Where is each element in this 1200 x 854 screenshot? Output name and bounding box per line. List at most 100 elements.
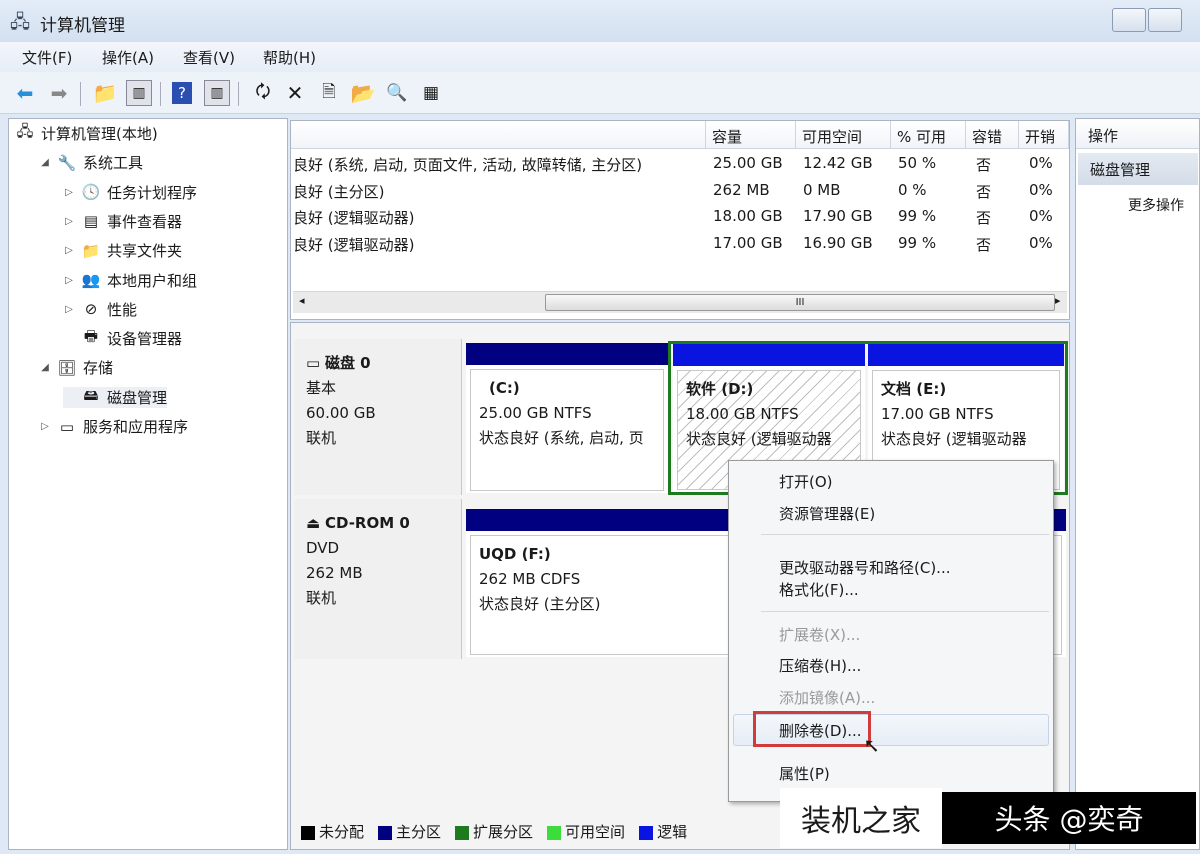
disk-size: 60.00 GB: [306, 401, 449, 426]
actions-section-disk-management[interactable]: 磁盘管理: [1078, 153, 1198, 185]
cell-status: 良好 (系统, 启动, 页面文件, 活动, 故障转储, 主分区): [293, 154, 642, 175]
tree-item-label: 性能: [107, 299, 137, 320]
menu-item[interactable]: 格式化(F)...: [779, 579, 859, 600]
window-title: 计算机管理: [40, 11, 125, 36]
partition-status: 状态良好 (系统, 启动, 页: [479, 426, 655, 451]
menu-file[interactable]: 文件(F): [22, 47, 72, 68]
table-row[interactable]: 良好 (逻辑驱动器)18.00 GB17.90 GB99 %否0%: [291, 204, 1067, 230]
scroll-thumb[interactable]: III: [545, 294, 1055, 311]
column-header-free-space[interactable]: 可用空间: [796, 121, 891, 149]
partition-fs: 18.00 GB NTFS: [686, 402, 852, 427]
forward-icon[interactable]: ➡: [46, 80, 72, 106]
column-header-percent-free[interactable]: % 可用: [891, 121, 966, 149]
tree-item[interactable]: ▷⊘性能: [63, 299, 137, 320]
tree-item[interactable]: 🖴磁盘管理: [63, 387, 167, 408]
maximize-button[interactable]: [1148, 8, 1182, 32]
app-icon: 🖧: [10, 10, 30, 40]
table-row[interactable]: 良好 (逻辑驱动器)17.00 GB16.90 GB99 %否0%: [291, 231, 1067, 257]
menu-item[interactable]: 属性(P): [779, 763, 830, 784]
tree-item[interactable]: 🖧计算机管理(本地): [15, 123, 158, 144]
refresh-icon[interactable]: 🗘: [250, 80, 276, 106]
delete-icon[interactable]: ✕: [282, 80, 308, 106]
actions-header: 操作: [1076, 119, 1199, 149]
clock-icon: 🕓: [81, 182, 101, 202]
cell-status: 良好 (主分区): [293, 181, 384, 202]
cell-free: 16.90 GB: [803, 234, 873, 252]
tree-item[interactable]: ▷🕓任务计划程序: [63, 182, 197, 203]
partition-name: (C:): [479, 376, 655, 401]
tree-item[interactable]: ▷ ▭ 服务和应用程序: [39, 416, 188, 437]
column-header-overhead[interactable]: 开销: [1019, 121, 1069, 149]
partition-c[interactable]: (C:) 25.00 GB NTFS 状态良好 (系统, 启动, 页: [466, 343, 668, 493]
search-icon[interactable]: 🔍: [384, 80, 410, 106]
disk-size: 262 MB: [306, 561, 449, 586]
menu-item[interactable]: 删除卷(D)...: [779, 720, 862, 741]
disk-type: DVD: [306, 536, 449, 561]
menu-item[interactable]: 资源管理器(E): [779, 503, 875, 524]
menu-item[interactable]: 更改驱动器号和路径(C)...: [779, 557, 950, 578]
volume-list: 容量 可用空间 % 可用 容错 开销 良好 (系统, 启动, 页面文件, 活动,…: [290, 120, 1070, 320]
collapsed-arrow-icon[interactable]: ▷: [63, 216, 75, 227]
menu-help[interactable]: 帮助(H): [263, 47, 316, 68]
table-row[interactable]: 良好 (主分区)262 MB0 MB0 %否0%: [291, 178, 1067, 204]
column-header-capacity[interactable]: 容量: [706, 121, 796, 149]
tree-item[interactable]: ▷▤事件查看器: [63, 211, 182, 232]
menu-action[interactable]: 操作(A): [102, 47, 154, 68]
tree-item-label: 设备管理器: [107, 328, 182, 349]
cell-free: 17.90 GB: [803, 207, 873, 225]
menu-item[interactable]: 打开(O): [779, 471, 833, 492]
table-row[interactable]: 良好 (系统, 启动, 页面文件, 活动, 故障转储, 主分区) 25.00 GB…: [291, 151, 1067, 177]
collapsed-arrow-icon[interactable]: ▷: [63, 275, 75, 286]
collapsed-arrow-icon[interactable]: ▷: [63, 304, 75, 315]
column-header-layout[interactable]: [291, 121, 706, 149]
menu-item[interactable]: 压缩卷(H)...: [779, 655, 861, 676]
storage-icon: 🗄: [57, 358, 77, 378]
collapsed-arrow-icon[interactable]: ▷: [63, 245, 75, 256]
tree-item[interactable]: ◢🔧系统工具: [39, 152, 143, 173]
tree-item-label: 磁盘管理: [107, 387, 167, 408]
collapsed-arrow-icon[interactable]: ▷: [39, 421, 51, 432]
cell-capacity: 18.00 GB: [713, 207, 783, 225]
partition-bar: [868, 344, 1064, 366]
menu-item: 扩展卷(X)...: [779, 624, 860, 645]
tree-item-label: 计算机管理(本地): [41, 123, 158, 144]
back-icon[interactable]: ⬅: [12, 80, 38, 106]
disk-name: CD-ROM 0: [325, 514, 410, 532]
scroll-left-arrow[interactable]: ◂: [299, 294, 305, 307]
partition-status: 状态良好 (逻辑驱动器: [686, 427, 852, 452]
tree-item-label: 服务和应用程序: [83, 416, 188, 437]
show-hide-action-pane-icon[interactable]: ▥: [204, 80, 230, 106]
horizontal-scrollbar[interactable]: ◂ III ▸: [293, 291, 1067, 313]
expanded-arrow-icon[interactable]: ◢: [39, 362, 51, 373]
tree-item[interactable]: ▷📁共享文件夹: [63, 240, 182, 261]
show-hide-tree-icon[interactable]: ▥: [126, 80, 152, 106]
up-folder-icon[interactable]: 📁: [92, 80, 118, 106]
services-icon: ▭: [57, 417, 77, 437]
expanded-arrow-icon[interactable]: ◢: [39, 157, 51, 168]
scroll-right-arrow[interactable]: ▸: [1055, 294, 1061, 307]
cdrom-0-label[interactable]: ⏏ CD-ROM 0 DVD 262 MB 联机: [294, 499, 462, 659]
properties-icon[interactable]: 🗎: [316, 80, 342, 106]
tree-item[interactable]: ◢ 🗄 存储: [39, 357, 113, 378]
open-folder-icon[interactable]: 📂: [350, 80, 376, 106]
navigation-tree: 🖧计算机管理(本地)◢🔧系统工具▷🕓任务计划程序▷▤事件查看器▷📁共享文件夹▷👥…: [8, 118, 288, 850]
disk-0-label[interactable]: ▭ 磁盘 0 基本 60.00 GB 联机: [294, 339, 462, 495]
actions-pane: 操作 磁盘管理 更多操作: [1075, 118, 1200, 850]
more-actions-link[interactable]: 更多操作: [1128, 195, 1184, 215]
tree-item[interactable]: 🖶设备管理器: [63, 328, 182, 349]
minimize-button[interactable]: [1112, 8, 1146, 32]
column-header-fault-tolerance[interactable]: 容错: [966, 121, 1019, 149]
disk-type: 基本: [306, 376, 449, 401]
cell-overhead: 0%: [1029, 234, 1053, 252]
tree-item-label: 系统工具: [83, 152, 143, 173]
cell-capacity: 25.00 GB: [713, 154, 783, 172]
tree-item[interactable]: ▷👥本地用户和组: [63, 270, 197, 291]
tree-item-label: 存储: [83, 357, 113, 378]
cell-pct: 99 %: [898, 207, 936, 225]
collapsed-arrow-icon[interactable]: ▷: [63, 187, 75, 198]
menu-view[interactable]: 查看(V): [183, 47, 235, 68]
cell-status: 良好 (逻辑驱动器): [293, 207, 414, 228]
cell-fault: 否: [976, 181, 991, 202]
help-icon[interactable]: ?: [172, 82, 192, 104]
settings-icon[interactable]: ▦: [418, 80, 444, 106]
